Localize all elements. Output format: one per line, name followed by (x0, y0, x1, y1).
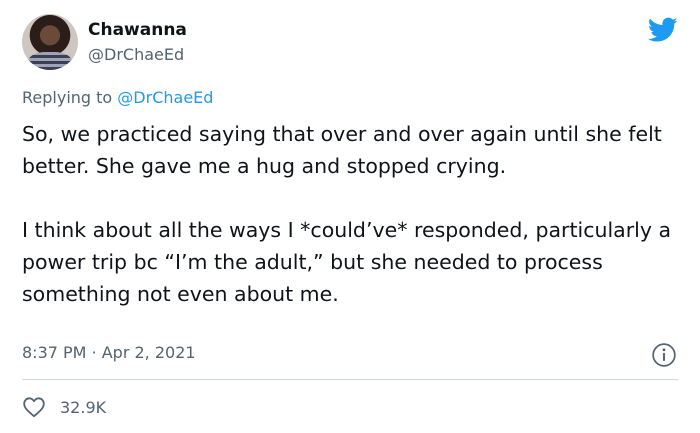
tweet-paragraph: So, we practiced saying that over and ov… (22, 122, 662, 178)
reply-mention-link[interactable]: @DrChaeEd (117, 88, 213, 107)
replying-to: Replying to @DrChaeEd (22, 88, 213, 107)
heart-icon (23, 397, 45, 418)
tweet-timestamp[interactable]: 8:37 PM · Apr 2, 2021 (22, 343, 196, 362)
replying-prefix: Replying to (22, 88, 118, 107)
tweet-text: So, we practiced saying that over and ov… (22, 118, 682, 310)
twitter-bird-icon[interactable] (648, 17, 678, 43)
avatar[interactable] (22, 14, 78, 70)
author-handle[interactable]: @DrChaeEd (88, 45, 184, 64)
author-name[interactable]: Chawanna (88, 20, 187, 40)
info-icon[interactable] (651, 342, 677, 368)
like-button[interactable]: 32.9K (22, 396, 106, 418)
tweet-card: Chawanna @DrChaeEd Replying to @DrChaeEd… (0, 0, 700, 433)
like-count: 32.9K (60, 397, 107, 417)
tweet-paragraph: I think about all the ways I *could’ve* … (22, 218, 672, 306)
divider (22, 379, 678, 380)
